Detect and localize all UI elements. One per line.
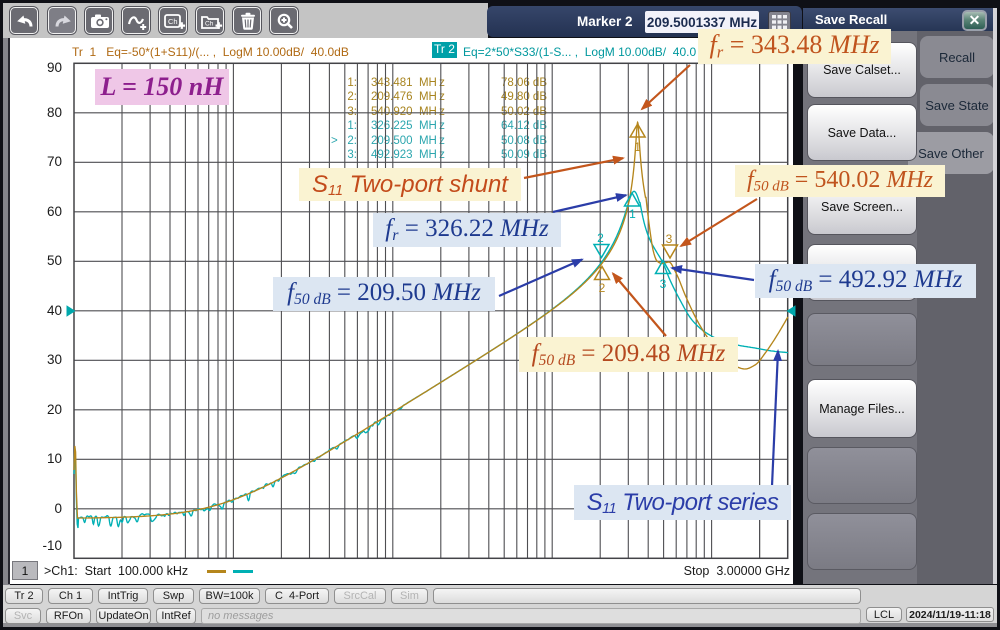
svg-text:1: 1 <box>634 140 641 154</box>
svg-text:2: 2 <box>597 231 604 245</box>
svg-text:3: 3 <box>660 277 667 291</box>
svg-text:1: 1 <box>629 207 636 221</box>
svg-text:2: 2 <box>599 281 606 295</box>
svg-text:3: 3 <box>666 232 673 246</box>
